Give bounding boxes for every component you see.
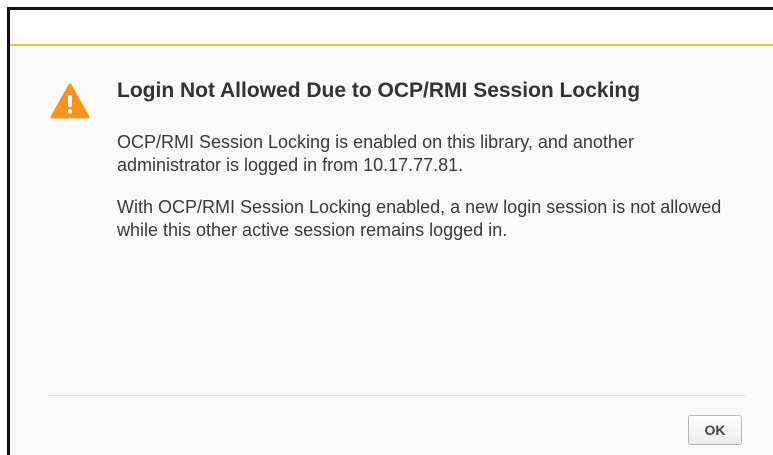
message-paragraph-login-blocked: With OCP/RMI Session Locking enabled, a … bbox=[117, 197, 722, 240]
footer-divider bbox=[48, 395, 745, 396]
ok-button[interactable]: OK bbox=[688, 415, 742, 445]
message-paragraph-session-locking: OCP/RMI Session Locking is enabled on th… bbox=[117, 132, 634, 175]
dialog-header-strip bbox=[10, 10, 773, 46]
login-not-allowed-dialog: Login Not Allowed Due to OCP/RMI Session… bbox=[7, 7, 773, 455]
dialog-title: Login Not Allowed Due to OCP/RMI Session… bbox=[117, 79, 641, 102]
warning-icon bbox=[50, 83, 90, 119]
dialog-message: OCP/RMI Session Locking is enabled on th… bbox=[117, 131, 742, 261]
